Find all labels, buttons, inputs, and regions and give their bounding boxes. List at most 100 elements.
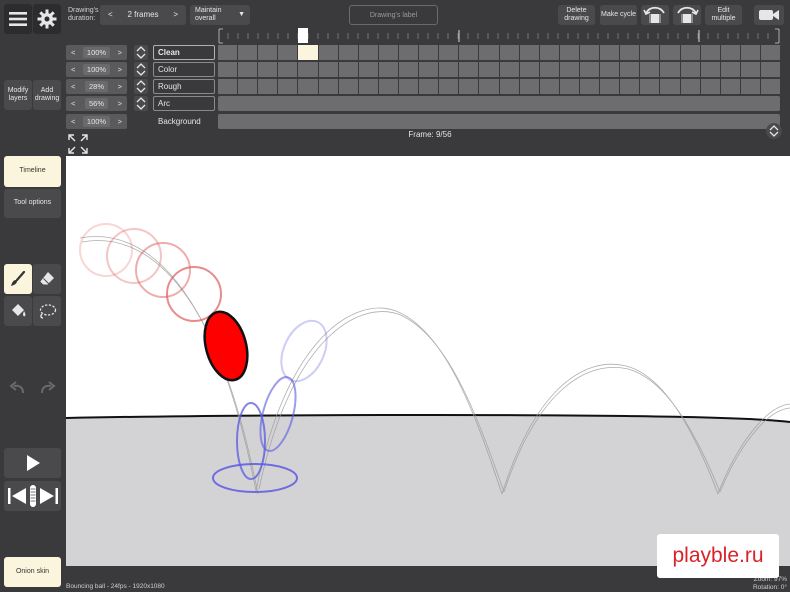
make-cycle-button[interactable]: Make cycle [600,5,637,25]
redo-button[interactable] [38,381,56,395]
frame-cell[interactable] [720,45,740,60]
frame-cell[interactable] [338,79,358,94]
frame-cell[interactable] [318,45,338,60]
layer-opacity-stepper[interactable]: < 100% > [66,114,127,129]
frame-cell[interactable] [519,62,539,77]
frame-cell[interactable] [700,62,720,77]
frame-cell[interactable] [278,45,298,60]
frame-cell[interactable] [539,62,559,77]
frame-cell[interactable] [539,79,559,94]
frame-cell[interactable] [439,62,459,77]
layer-opacity-stepper[interactable]: < 100% > [66,45,127,60]
maintain-overall-dropdown[interactable]: Maintain overall ▼ [190,5,250,25]
undo-button[interactable] [9,381,27,395]
frame-cell[interactable] [499,45,519,60]
layer-opacity-stepper[interactable]: < 100% > [66,62,127,77]
eraser-tool-button[interactable] [33,264,61,294]
frame-cell[interactable] [479,45,499,60]
frame-cell[interactable] [600,79,620,94]
frame-cell[interactable] [398,62,419,77]
opacity-decrease[interactable]: < [71,65,75,74]
delete-drawing-button[interactable]: Delete drawing [558,5,595,25]
reorder-layer-button[interactable] [134,45,148,60]
frame-cell[interactable] [318,62,338,77]
modify-layers-button[interactable]: Modify layers [4,80,32,110]
frame-cell[interactable] [479,62,499,77]
layer-name-background[interactable]: Background [153,114,215,129]
frame-cell[interactable] [559,79,579,94]
frame-cell[interactable] [258,79,278,94]
frame-cell[interactable] [680,62,700,77]
brush-tool-button[interactable] [4,264,32,294]
frame-cell[interactable] [600,62,620,77]
opacity-increase[interactable]: > [118,99,122,108]
frame-cell[interactable] [218,62,238,77]
rotate-right-button[interactable] [673,5,701,25]
fill-tool-button[interactable] [4,296,32,326]
frame-cell[interactable] [680,79,700,94]
playhead[interactable] [298,28,308,43]
frame-cell[interactable] [419,45,439,60]
drawing-label-field[interactable]: Drawing's label [349,5,438,25]
reorder-layer-button[interactable] [134,96,148,111]
frame-cell[interactable] [559,45,579,60]
frame-cell[interactable] [680,45,700,60]
frame-cell[interactable] [378,79,398,94]
frame-cell[interactable] [559,62,579,77]
opacity-increase[interactable]: > [118,82,122,91]
frame-cell[interactable] [419,79,439,94]
frame-cell[interactable] [640,45,660,60]
frame-cell[interactable] [660,62,680,77]
layer-cells-arc[interactable] [218,96,780,111]
duration-prev-button[interactable]: < [108,10,113,19]
frame-scrubber[interactable] [4,481,61,511]
frame-cell[interactable] [700,79,720,94]
frame-cell[interactable] [499,62,519,77]
frame-cell[interactable] [479,79,499,94]
opacity-decrease[interactable]: < [71,99,75,108]
frame-cell[interactable] [278,62,298,77]
frame-cell[interactable] [539,45,559,60]
frame-cell[interactable] [640,79,660,94]
frame-cell[interactable] [740,62,760,77]
frame-cell[interactable] [660,45,680,60]
frame-cell[interactable] [700,45,720,60]
layer-name-color[interactable]: Color [153,62,215,77]
frame-cell[interactable] [358,45,378,60]
frame-cell[interactable] [620,79,640,94]
opacity-increase[interactable]: > [118,48,122,57]
opacity-decrease[interactable]: < [71,48,75,57]
frame-cell[interactable] [459,62,479,77]
drawing-canvas[interactable] [66,156,790,566]
frame-cell[interactable] [439,45,459,60]
edit-multiple-button[interactable]: Edit multiple [705,5,742,25]
frame-cell[interactable] [298,79,318,94]
frame-cell[interactable] [298,45,318,60]
frame-cell[interactable] [338,45,358,60]
opacity-decrease[interactable]: < [71,82,75,91]
camera-button[interactable] [754,5,784,25]
frame-cell[interactable] [640,62,660,77]
layer-opacity-stepper[interactable]: < 56% > [66,96,127,111]
frame-cell[interactable] [278,79,298,94]
layer-name-arc[interactable]: Arc [153,96,215,111]
frame-cell[interactable] [499,79,519,94]
add-drawing-button[interactable]: Add drawing [33,80,61,110]
frame-cell[interactable] [459,79,479,94]
frame-cell[interactable] [519,79,539,94]
frame-cell[interactable] [398,79,419,94]
collapse-timeline-button[interactable] [766,123,782,139]
frame-cell[interactable] [358,79,378,94]
lasso-tool-button[interactable] [33,296,61,326]
play-button[interactable] [4,448,61,478]
frame-cell[interactable] [760,45,781,60]
timeline-ruler[interactable] [218,28,780,44]
frame-cell[interactable] [519,45,539,60]
frame-cell[interactable] [318,79,338,94]
layer-name-clean[interactable]: Clean [153,45,215,60]
frame-cell[interactable] [760,79,781,94]
frame-cell[interactable] [378,62,398,77]
frame-cell[interactable] [218,45,238,60]
frame-cell[interactable] [459,45,479,60]
opacity-decrease[interactable]: < [71,117,75,126]
